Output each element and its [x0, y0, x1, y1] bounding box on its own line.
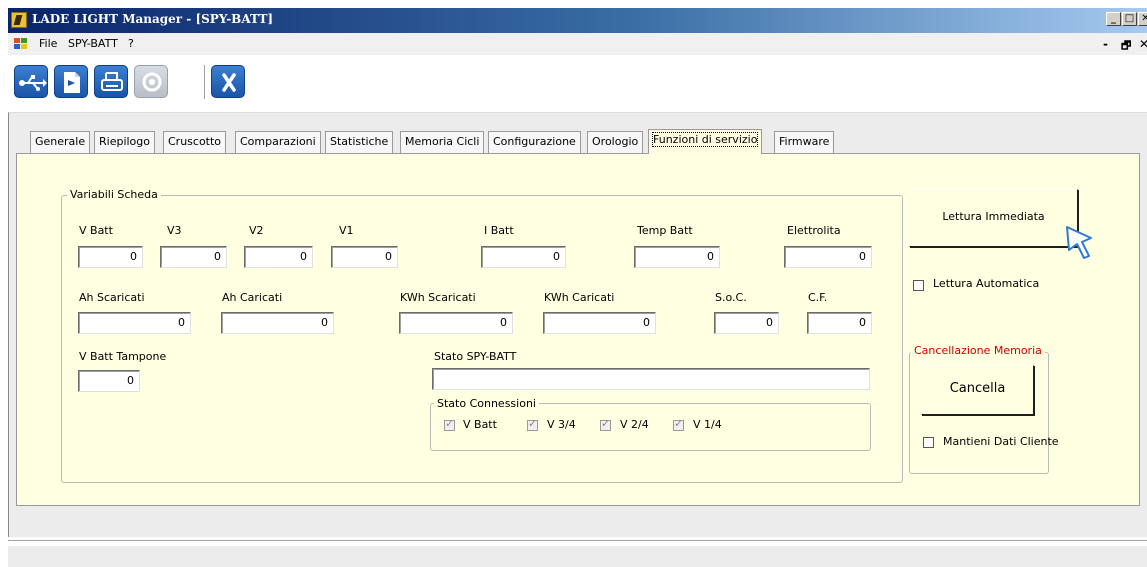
tab-configurazione[interactable]: Configurazione — [488, 131, 581, 153]
close-x-icon — [222, 73, 236, 92]
label-ah-caricati: Ah Caricati — [222, 291, 283, 304]
tab-generale[interactable]: Generale — [30, 131, 91, 153]
label-v3: V3 — [167, 224, 182, 237]
close-window-button[interactable]: ✕ — [1138, 12, 1147, 26]
tab-funzioni-di-servizio-label: Funzioni di servizio — [651, 132, 759, 147]
mdi-close-button[interactable]: ✕ — [1139, 37, 1147, 51]
usb-connect-icon — [19, 75, 47, 91]
field-v1[interactable]: 0 — [331, 246, 398, 268]
field-kwh-caricati[interactable]: 0 — [543, 312, 656, 334]
print-icon — [101, 72, 123, 91]
checkbox-mantieni-dati-cliente[interactable] — [923, 437, 934, 448]
toolbar-separator — [204, 65, 206, 99]
label-v-batt-tampone: V Batt Tampone — [79, 350, 167, 363]
status-bar — [8, 545, 1147, 567]
mdi-restore-button[interactable]: 🗗 — [1121, 37, 1131, 56]
checkbox-v-2-4[interactable] — [600, 417, 611, 431]
field-soc[interactable]: 0 — [714, 312, 779, 334]
disconnect-button[interactable] — [211, 65, 245, 98]
field-stato-spy-batt[interactable] — [432, 368, 870, 390]
mdi-child-icon[interactable] — [14, 38, 27, 49]
maximize-button[interactable]: □ — [1122, 12, 1137, 26]
label-cf: C.F. — [808, 291, 828, 304]
lettura-immediata-button[interactable]: Lettura Immediata — [909, 189, 1078, 247]
label-v-batt: V Batt — [79, 224, 113, 237]
menu-spy-batt[interactable]: SPY-BATT — [68, 37, 118, 50]
cursor-arrow-icon — [1066, 226, 1092, 259]
toolbar — [8, 55, 1147, 112]
refresh-icon — [142, 72, 162, 92]
label-elettrolita: Elettrolita — [787, 224, 841, 237]
stato-connessioni-legend: Stato Connessioni — [434, 397, 539, 410]
tab-cruscotto[interactable]: Cruscotto — [163, 131, 227, 153]
label-i-batt: I Batt — [484, 224, 514, 237]
field-kwh-scaricati[interactable]: 0 — [399, 312, 513, 334]
label-kwh-caricati: KWh Caricati — [544, 291, 615, 304]
tab-memoria-cicli[interactable]: Memoria Cicli — [400, 131, 485, 153]
menu-bar: File SPY-BATT ? - 🗗 ✕ — [8, 33, 1147, 55]
field-i-batt[interactable]: 0 — [481, 246, 566, 268]
title-bar: LADE LIGHT Manager - [SPY-BATT] _ □ ✕ — [8, 8, 1147, 33]
tab-riepilogo[interactable]: Riepilogo — [94, 131, 156, 153]
label-v1: V1 — [339, 224, 354, 237]
menu-help[interactable]: ? — [128, 37, 134, 50]
field-v2[interactable]: 0 — [244, 246, 313, 268]
field-ah-caricati[interactable]: 0 — [221, 312, 334, 334]
checkbox-v-2-4-label: V 2/4 — [620, 418, 649, 431]
refresh-button[interactable] — [134, 65, 168, 98]
checkbox-v-batt-label: V Batt — [463, 418, 497, 431]
tab-panel-funzioni-di-servizio: Variabili Scheda V Batt V3 V2 V1 I Batt … — [16, 153, 1140, 506]
mantieni-dati-cliente-label: Mantieni Dati Cliente — [943, 435, 1059, 448]
field-elettrolita[interactable]: 0 — [784, 246, 872, 268]
checkbox-v-3-4[interactable] — [527, 417, 538, 431]
tab-comparazioni[interactable]: Comparazioni — [235, 131, 321, 153]
field-v-batt[interactable]: 0 — [78, 246, 143, 268]
checkbox-v-3-4-label: V 3/4 — [547, 418, 576, 431]
tab-orologio[interactable]: Orologio — [587, 131, 644, 153]
export-button[interactable] — [54, 65, 88, 98]
variabili-scheda-legend: Variabili Scheda — [67, 188, 161, 201]
lettura-automatica-label: Lettura Automatica — [933, 277, 1040, 290]
checkbox-lettura-automatica[interactable] — [913, 280, 924, 291]
app-logo-icon — [11, 12, 27, 28]
mdi-minimize-button[interactable]: - — [1103, 37, 1108, 51]
print-button[interactable] — [94, 65, 128, 98]
menu-file[interactable]: File — [39, 37, 57, 50]
cancella-button[interactable]: Cancella — [921, 365, 1034, 415]
field-v3[interactable]: 0 — [160, 246, 227, 268]
label-kwh-scaricati: KWh Scaricati — [400, 291, 476, 304]
field-cf[interactable]: 0 — [807, 312, 872, 334]
minimize-button[interactable]: _ — [1106, 12, 1121, 26]
field-temp-batt[interactable]: 0 — [634, 246, 720, 268]
tab-statistiche[interactable]: Statistiche — [325, 131, 394, 153]
label-soc: S.o.C. — [715, 291, 747, 304]
label-temp-batt: Temp Batt — [637, 224, 693, 237]
divider — [8, 540, 1147, 541]
usb-connect-button[interactable] — [14, 65, 48, 98]
field-v-batt-tampone[interactable]: 0 — [78, 370, 140, 392]
window-title: LADE LIGHT Manager - [SPY-BATT] — [32, 12, 274, 26]
label-ah-scaricati: Ah Scaricati — [79, 291, 145, 304]
checkbox-v-1-4[interactable] — [673, 417, 684, 431]
tab-funzioni-di-servizio[interactable]: Funzioni di servizio — [648, 129, 763, 154]
checkbox-v-1-4-label: V 1/4 — [693, 418, 722, 431]
cancellazione-memoria-legend: Cancellazione Memoria — [911, 344, 1045, 357]
label-stato-spy-batt: Stato SPY-BATT — [434, 350, 517, 363]
tab-firmware[interactable]: Firmware — [774, 131, 835, 153]
label-v2: V2 — [249, 224, 264, 237]
export-document-icon — [64, 72, 80, 93]
checkbox-v-batt[interactable] — [444, 417, 455, 431]
field-ah-scaricati[interactable]: 0 — [78, 312, 191, 334]
